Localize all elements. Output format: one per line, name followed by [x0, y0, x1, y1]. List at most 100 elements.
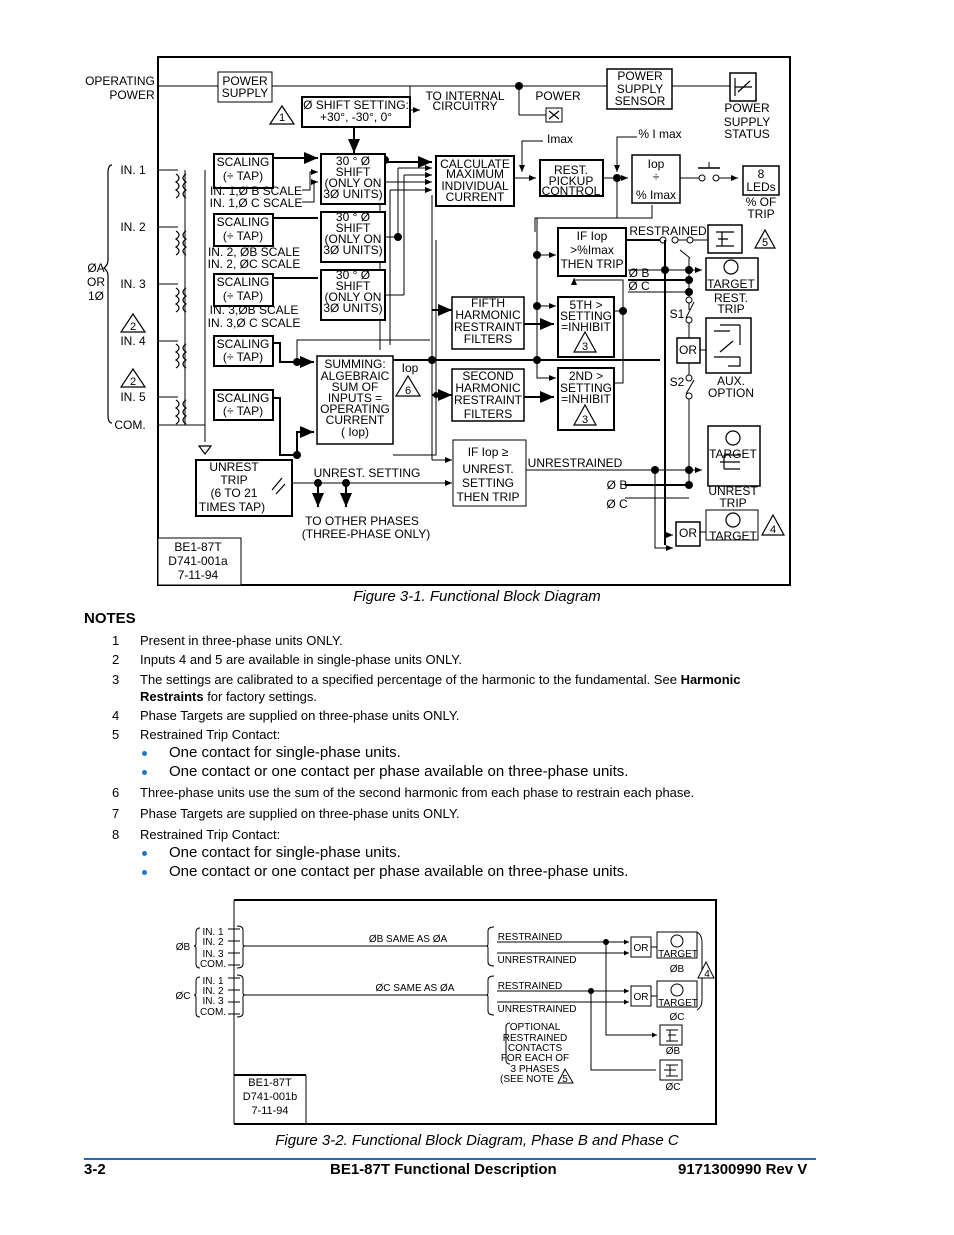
diagram-label: RESTRAINED — [498, 932, 562, 943]
diagram-label: 5 — [762, 237, 768, 249]
diagram-label: UNRESTRAINED — [528, 456, 623, 470]
diagram-label: % I max — [638, 127, 681, 141]
diagram-label: 3Ø UNITS) — [323, 187, 382, 201]
diagram-label: FILTERS — [464, 332, 512, 346]
diagram-label: TARGET — [709, 529, 757, 543]
diagram-label: 3Ø UNITS) — [323, 243, 382, 257]
diagram-label: POWER — [109, 88, 155, 102]
diagram-label: OPTIONAL — [510, 1022, 561, 1033]
diagram-label: RESTRAINED — [498, 981, 562, 992]
diagram-label: CONTROL — [542, 184, 601, 198]
diagram-label: ÷ — [653, 170, 660, 184]
diagram-label: (÷ TAP) — [223, 289, 263, 303]
diagram-label: 4 — [770, 524, 776, 536]
diagram-label: TRIP — [717, 302, 744, 316]
diagram-label: ØC SAME AS ØA — [376, 983, 455, 994]
diagram-label: OPERATING — [85, 74, 155, 88]
diagram-label: S1 — [670, 307, 685, 321]
functional-block-diagram: 1 2 2 6 3 3 5 4 OPERATING POWER POWER SU… — [85, 56, 791, 586]
diagram-label: STATUS — [724, 127, 770, 141]
diagram-label: TARGET — [658, 998, 698, 1009]
diagram-label: Imax — [547, 132, 573, 146]
diagram-label: BE1-87T — [248, 1077, 292, 1089]
diagram-label: Iop — [648, 157, 665, 171]
diagram-label: (÷ TAP) — [223, 169, 263, 183]
diagram-label: IN. 4 — [120, 334, 146, 348]
document-number: 9171300990 Rev V — [678, 1161, 808, 1178]
diagram-label: IN. 5 — [120, 390, 146, 404]
diagram-label: SCALING — [217, 275, 270, 289]
diagram-label: OR — [679, 526, 697, 540]
diagram-label: 5 — [562, 1074, 568, 1085]
diagram-label: D741-001a — [168, 554, 228, 568]
diagram-label: BE1-87T — [174, 540, 222, 554]
diagram-label: TO OTHER PHASES — [305, 514, 419, 528]
bullet-icon — [142, 751, 147, 756]
diagram-label: 8 — [758, 167, 765, 181]
diagram-label: UNREST — [209, 460, 259, 474]
diagram-label: 1 — [279, 112, 285, 124]
diagram-label: SCALING — [217, 215, 270, 229]
diagram-label: TIMES TAP) — [199, 500, 265, 514]
diagram-label: ØB — [670, 964, 685, 975]
diagram-label: CURRENT — [446, 190, 505, 204]
diagram-label: ØA — [87, 261, 104, 275]
diagram-label: >%Imax — [570, 243, 614, 257]
page-number: 3-2 — [84, 1161, 106, 1178]
diagram-label: ØC — [666, 1082, 681, 1093]
bullet-icon — [142, 870, 147, 875]
notes-heading: NOTES — [84, 610, 136, 627]
diagram-label: ØB — [666, 1046, 681, 1057]
diagram-label: S2 — [670, 375, 685, 389]
diagram-label: SETTING — [462, 476, 514, 490]
diagram-label: TRIP — [747, 207, 774, 221]
diagram-label: ( Iop) — [341, 425, 369, 439]
diagram-label: POWER — [535, 89, 581, 103]
diagram-label: IN. 1,Ø C SCALE — [210, 196, 303, 210]
diagram-label: (÷ TAP) — [223, 404, 263, 418]
diagram-label: IN. 3 — [202, 996, 224, 1007]
diagram-label: IN. 2 — [120, 220, 146, 234]
diagram-label: 7-11-94 — [251, 1105, 288, 1117]
diagram-label: FILTERS — [464, 407, 512, 421]
diagram-label: 4 — [704, 969, 710, 980]
diagram-label: RESTRAINT — [454, 393, 523, 407]
diagram-label: COM. — [200, 1007, 226, 1018]
bullet-icon — [142, 770, 147, 775]
diagram-label: SCALING — [217, 391, 270, 405]
diagram-label: 3 — [582, 341, 588, 353]
diagram-label: (SEE NOTE — [500, 1074, 554, 1085]
diagram-label: TRIP — [719, 496, 746, 510]
diagram-label: FOR EACH OF — [501, 1053, 569, 1064]
diagram-label: UNREST. SETTING — [314, 466, 421, 480]
diagram-label: OR — [87, 275, 105, 289]
diagram-label: (6 TO 21 — [211, 486, 258, 500]
diagram-label: IN. 1 — [120, 163, 146, 177]
diagram-label: (THREE-PHASE ONLY) — [302, 527, 430, 541]
diagram-label: SCALING — [217, 155, 270, 169]
diagram-label: OPTION — [708, 386, 754, 400]
diagram-label: TARGET — [707, 277, 755, 291]
diagram-label: CIRCUITRY — [432, 99, 497, 113]
diagram-label: Ø C — [628, 279, 650, 293]
diagram-label: IN. 2, ØC SCALE — [208, 257, 301, 271]
diagram-label: 7-11-94 — [178, 568, 219, 582]
diagram-label: UNREST. — [462, 462, 513, 476]
diagram-label: THEN TRIP — [456, 490, 519, 504]
diagram-label: 2 — [130, 321, 136, 333]
diagram-label: IF Iop — [577, 229, 608, 243]
diagram-label: D741-001b — [243, 1091, 297, 1103]
footer-title: BE1-87T Functional Description — [330, 1161, 557, 1178]
diagram-label: (÷ TAP) — [223, 229, 263, 243]
diagram-label: OR — [634, 992, 649, 1003]
diagram-label: COM. — [114, 418, 145, 432]
diagram-label: ØC — [670, 1012, 685, 1023]
diagram-label: POWER — [617, 69, 663, 83]
diagram-label: IN. 3 — [120, 277, 146, 291]
diagram-label: 3Ø UNITS) — [323, 301, 382, 315]
diagram-label: 2 — [130, 376, 136, 388]
diagram-label: IN. 2 — [202, 937, 224, 948]
phase-b-c-block-diagram: ØB ØC IN. 1 IN. 2 IN. 3 COM. IN. 1 IN. 2… — [176, 899, 717, 1125]
diagram-label: UNRESTRAINED — [498, 1004, 577, 1015]
diagram-label: Iop — [402, 361, 419, 375]
